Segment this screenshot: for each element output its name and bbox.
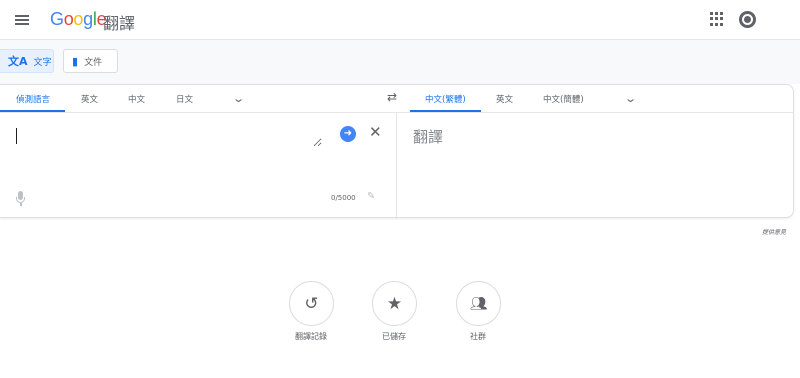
translation-output: 翻譯 (413, 128, 444, 146)
language-bar: 偵測語言 英文 中文 日文 ⌄ ⇄ 中文(繁體) 英文 中文(簡體) ⌄ (0, 85, 794, 113)
panel-divider (396, 113, 397, 219)
history-icon: ↺ (304, 293, 319, 314)
chevron-down-icon[interactable]: ⌄ (624, 92, 637, 105)
tab-source-chinese[interactable]: 中文 (128, 93, 145, 105)
document-mode-button[interactable]: ▮ 文件 (63, 49, 118, 73)
saved-button[interactable]: ★ (372, 281, 417, 326)
history-label: 翻譯記錄 (295, 332, 327, 341)
close-icon[interactable]: ✕ (369, 123, 382, 141)
google-logo[interactable]: Google (50, 9, 107, 30)
document-icon: ▮ (72, 54, 79, 68)
apps-grid-icon[interactable] (710, 12, 724, 26)
source-tab-indicator (0, 110, 65, 112)
translate-icon: 文A (8, 55, 28, 68)
feedback-link[interactable]: 提供意見 (762, 227, 786, 236)
swap-languages-icon[interactable]: ⇄ (387, 90, 397, 104)
arrow-right-icon[interactable]: ➜ (340, 126, 356, 142)
mode-bar: 文A 文字 ▮ 文件 (0, 40, 800, 84)
microphone-icon[interactable] (15, 191, 27, 209)
text-cursor (16, 128, 17, 144)
top-bar: Google 翻譯 (0, 0, 800, 40)
community-label: 社群 (470, 332, 486, 341)
translation-card: 偵測語言 英文 中文 日文 ⌄ ⇄ 中文(繁體) 英文 中文(簡體) ⌄ ➜ ✕… (0, 84, 794, 219)
character-counter: 0/5000 (331, 194, 356, 202)
hamburger-menu-icon[interactable] (12, 10, 32, 30)
pencil-icon[interactable]: ✎ (367, 191, 375, 202)
tab-target-english[interactable]: 英文 (496, 93, 513, 105)
community-button[interactable]: 👥︎ (456, 281, 501, 326)
tab-target-chinese-simplified[interactable]: 中文(簡體) (543, 93, 584, 105)
account-icon[interactable] (739, 11, 756, 28)
saved-label: 已儲存 (382, 332, 406, 341)
source-text-input[interactable] (22, 125, 322, 147)
tab-source-english[interactable]: 英文 (81, 93, 98, 105)
text-mode-label: 文字 (33, 57, 52, 68)
tab-source-japanese[interactable]: 日文 (176, 93, 193, 105)
history-button[interactable]: ↺ (289, 281, 334, 326)
text-mode-button[interactable]: 文A 文字 (0, 49, 54, 73)
tab-target-chinese-traditional[interactable]: 中文(繁體) (425, 93, 466, 105)
chevron-down-icon[interactable]: ⌄ (232, 92, 245, 105)
tab-detect-language[interactable]: 偵測語言 (16, 93, 50, 105)
target-tab-indicator (410, 110, 481, 112)
community-icon: 👥︎ (469, 295, 488, 312)
document-mode-label: 文件 (84, 57, 103, 68)
product-name: 翻譯 (103, 14, 136, 33)
star-icon: ★ (386, 293, 403, 314)
